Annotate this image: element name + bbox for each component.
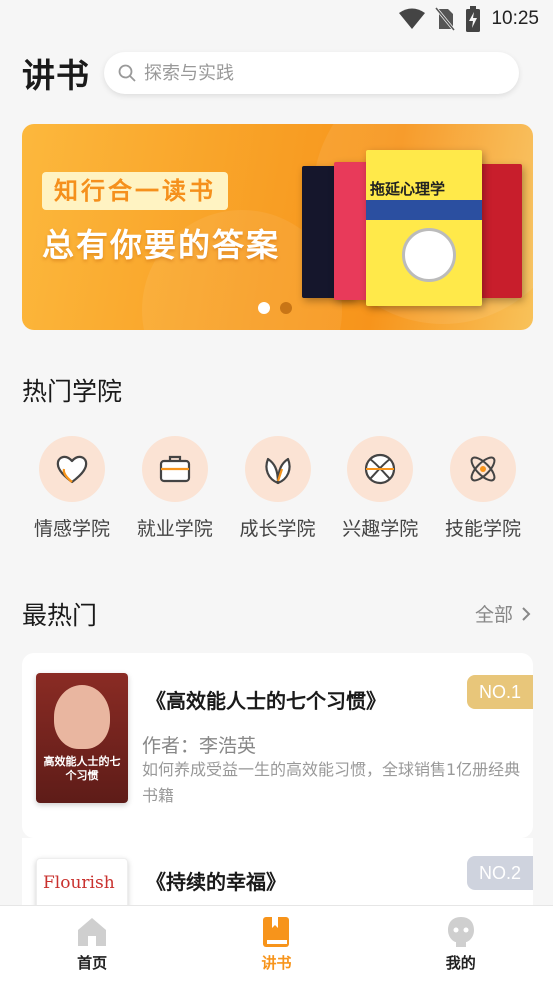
cover-text: 高效能人士的七个习惯 [43,755,121,782]
carousel-dot[interactable] [280,302,292,314]
academy-label: 技能学院 [444,518,521,540]
banner-tagline: 知行合一读书 [42,172,228,210]
atom-icon [470,456,496,482]
academy-item-career[interactable]: 就业学院 [125,436,225,541]
book-description: 如何养成受益一生的高效能习惯，全球销售1亿册经典书籍 [142,760,521,805]
banner-carousel[interactable]: 知行合一读书 总有你要的答案 拖延心理学 [22,124,533,330]
academy-label: 情感学院 [33,518,110,540]
see-all-label: 全部 [474,604,513,626]
academy-icon-bg [244,436,311,502]
heart-icon [56,455,88,484]
book-title: 《持续的幸福》 [146,870,286,894]
profile-icon [447,917,474,947]
academy-icon-bg [347,436,414,502]
see-all-link[interactable]: 全部 [475,600,531,627]
academy-icon-bg [450,436,516,502]
academy-label: 成长学院 [239,518,316,540]
page-title: 讲书 [22,56,90,95]
status-icons: 10:25 [399,6,539,32]
book-author: 作者：李浩英 [142,735,257,757]
banner-book-band [366,200,482,220]
cover-text: Flourish [43,873,115,893]
academy-icon-bg [39,436,105,502]
book-cover: 高效能人士的七个习惯 [36,673,128,803]
banner-book-title: 拖延心理学 [370,180,446,198]
home-icon [78,918,107,946]
bottom-nav: 首页 讲书 我的 [0,905,553,983]
banner-headline: 总有你要的答案 [42,226,281,264]
rank-badge: NO.2 [467,856,533,890]
search-icon [118,64,136,82]
battery-icon [466,6,481,32]
academy-item-emotion[interactable]: 情感学院 [22,436,122,541]
nav-label: 我的 [445,954,476,972]
academy-item-skills[interactable]: 技能学院 [433,436,533,541]
book-title: 《高效能人士的七个习惯》 [146,689,386,713]
nav-item-books[interactable]: 讲书 [216,916,336,973]
book-icon [263,917,290,947]
carousel-dot-active[interactable] [258,302,270,314]
briefcase-icon [159,455,190,483]
basketball-icon [365,453,396,485]
nav-label: 讲书 [261,954,292,972]
carousel-indicator [258,302,292,314]
header: 讲书 [22,50,531,96]
chevron-right-icon [522,606,531,621]
academy-label: 就业学院 [136,518,213,540]
academy-list: 情感学院 就业学院 成长学院 兴趣学院 技能学院 [22,436,533,541]
leaf-icon [264,457,291,485]
rank-badge: NO.1 [467,675,533,709]
clock-icon [402,228,456,282]
book-card[interactable]: 高效能人士的七个习惯 《高效能人士的七个习惯》 作者：李浩英 如何养成受益一生的… [22,653,533,838]
nav-label: 首页 [77,954,108,972]
academy-label: 兴趣学院 [342,518,419,540]
no-sim-icon [435,7,456,31]
section-title-hottest: 最热门 [22,601,98,630]
academy-item-interest[interactable]: 兴趣学院 [330,436,430,541]
academy-icon-bg [141,436,208,502]
academy-item-growth[interactable]: 成长学院 [228,436,328,541]
section-title-hot-academies: 热门学院 [22,377,123,406]
cover-portrait [54,685,110,749]
status-time: 10:25 [491,8,539,29]
search-box[interactable] [104,52,519,94]
status-bar: 10:25 [0,0,553,40]
search-input[interactable] [144,62,504,84]
nav-item-profile[interactable]: 我的 [401,916,521,973]
nav-item-home[interactable]: 首页 [32,916,152,973]
banner-book-image: 拖延心理学 [366,150,482,306]
wifi-icon [399,8,426,29]
